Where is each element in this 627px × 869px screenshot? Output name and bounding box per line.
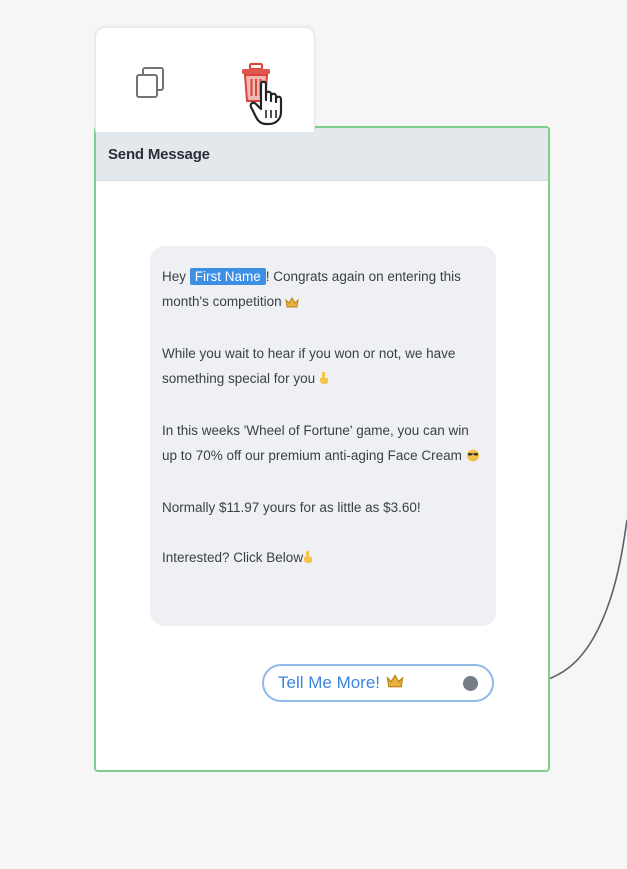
tell-me-more-button[interactable]: Tell Me More! — [262, 664, 494, 702]
message-paragraph-1: Hey First Name! Congrats again on enteri… — [162, 264, 486, 316]
message-text: Hey — [162, 269, 190, 284]
trash-icon — [242, 62, 270, 102]
sunglasses-emoji-icon — [466, 445, 480, 470]
message-text: Interested? Click Below — [162, 550, 304, 565]
message-text: While you wait to hear if you won or not… — [162, 346, 456, 386]
message-text: In this weeks 'Wheel of Fortune' game, y… — [162, 423, 469, 463]
message-paragraph-3: In this weeks 'Wheel of Fortune' game, y… — [162, 418, 486, 470]
send-message-node[interactable]: Send Message Hey First Name! Congrats ag… — [94, 126, 550, 772]
message-paragraph-2: While you wait to hear if you won or not… — [162, 341, 486, 393]
party-emoji-icon — [285, 291, 300, 316]
copy-icon — [136, 67, 164, 98]
delete-button[interactable] — [228, 54, 284, 112]
output-connector-handle[interactable] — [463, 676, 478, 691]
party-emoji-icon — [386, 673, 404, 693]
node-title: Send Message — [96, 128, 548, 181]
node-toolbar — [95, 27, 315, 132]
first-name-tag[interactable]: First Name — [189, 268, 266, 285]
button-label: Tell Me More! — [278, 673, 381, 692]
message-paragraph-5: Interested? Click Below — [162, 545, 486, 572]
message-bubble[interactable]: Hey First Name! Congrats again on enteri… — [150, 246, 496, 626]
message-paragraph-4: Normally $11.97 yours for as little as $… — [162, 500, 421, 515]
duplicate-button[interactable] — [122, 54, 178, 112]
pointing-down-emoji-icon — [303, 547, 313, 572]
pointing-down-emoji-icon — [319, 368, 329, 393]
